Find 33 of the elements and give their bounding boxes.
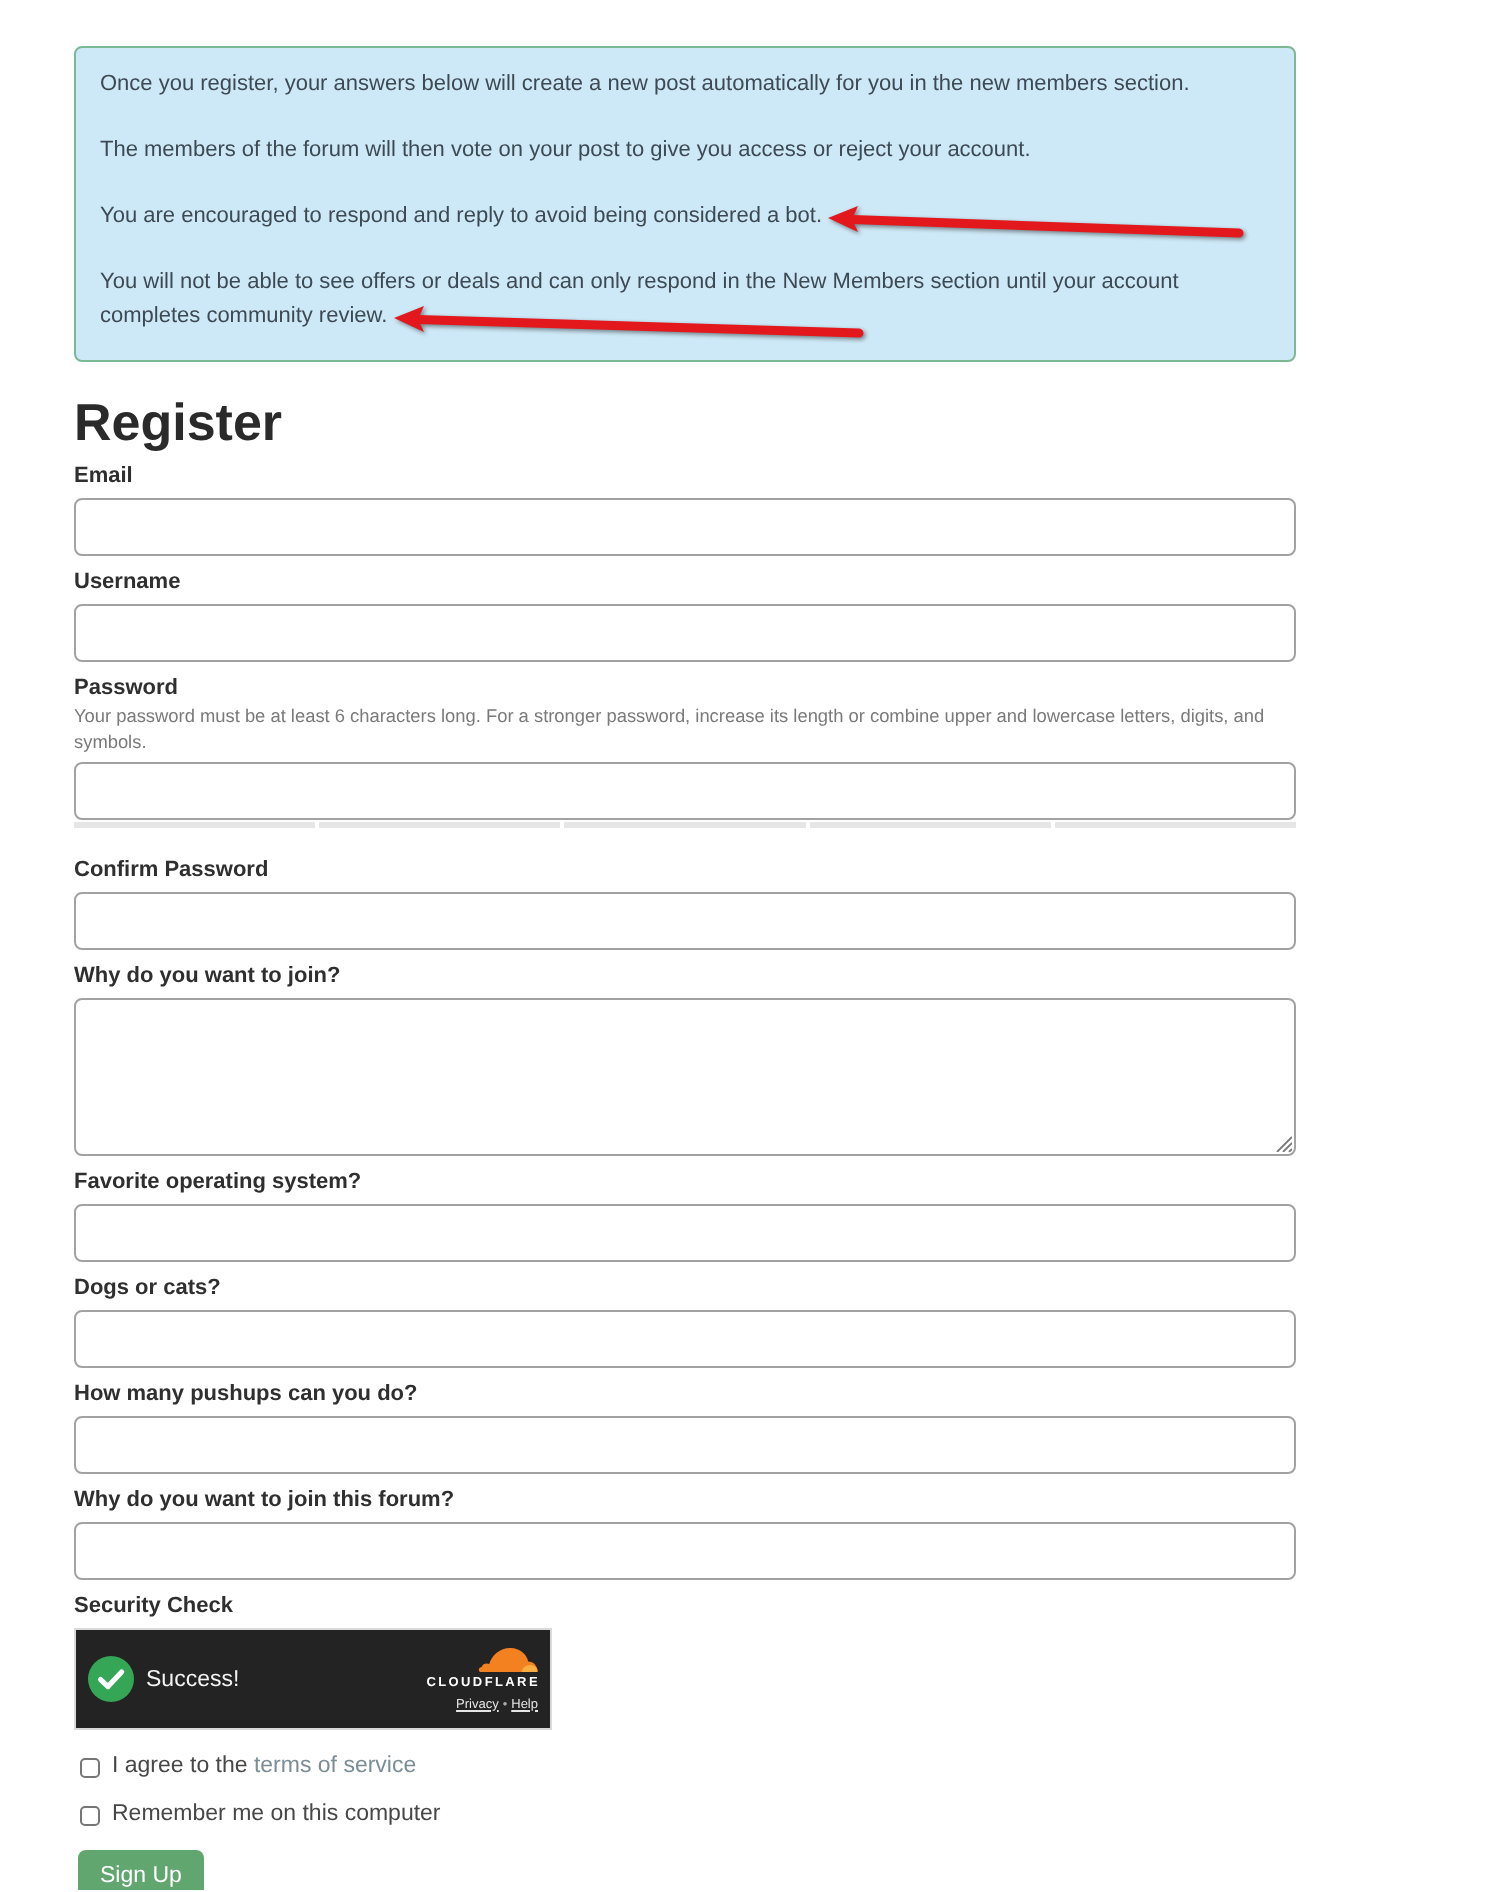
hint-text: Your password must be at least 6 characters long. For a stronger password, increase its length or combine upper and lowercase letters, digits, and symbols. — [74, 704, 1267, 756]
input-field[interactable] — [74, 1416, 1296, 1474]
field-label: Email — [74, 462, 135, 492]
input-field[interactable] — [74, 892, 1296, 950]
checkbox-label[interactable]: Remember me on this computer — [112, 1800, 441, 1830]
input-field[interactable] — [74, 498, 1296, 556]
field-label: Dogs or cats? — [74, 1274, 223, 1304]
checkbox-label[interactable]: I agree to the terms of service — [112, 1752, 417, 1782]
field-label: Confirm Password — [74, 856, 271, 886]
field-label: Password — [74, 674, 180, 704]
field-label: Username — [74, 568, 183, 598]
notice-text: You are encouraged to respond and reply to avoid being considered a bot. — [100, 202, 823, 232]
field-label: Why do you want to join this forum? — [74, 1486, 457, 1516]
input-field[interactable] — [74, 1310, 1296, 1368]
notice-text: You will not be able to see offers or deals and can only respond in the New Members section until your account completes community review. — [100, 268, 1181, 332]
notice-text: Once you register, your answers below will create a new post automatically for you in the new members section. — [100, 70, 1190, 100]
resize-grip-icon[interactable] — [1276, 1136, 1292, 1152]
notice-text: The members of the forum will then vote on your post to give you access or reject your account. — [100, 136, 1031, 166]
field-label: Security Check — [74, 1592, 235, 1622]
input-field[interactable] — [74, 1204, 1296, 1262]
checkbox[interactable] — [80, 1757, 100, 1777]
page-title: Register — [74, 394, 285, 450]
textarea-field[interactable] — [74, 998, 1296, 1156]
field-label: Favorite operating system? — [74, 1168, 364, 1198]
field-label: Why do you want to join? — [74, 962, 343, 992]
field-label: How many pushups can you do? — [74, 1380, 420, 1410]
check-circle-icon — [88, 1656, 134, 1702]
password-field[interactable] — [74, 762, 1296, 820]
cloud-icon — [478, 1645, 538, 1671]
input-field[interactable] — [74, 1522, 1296, 1580]
status-text: Success! — [146, 1667, 240, 1691]
input-field[interactable] — [74, 604, 1296, 662]
checkbox[interactable] — [80, 1805, 100, 1825]
